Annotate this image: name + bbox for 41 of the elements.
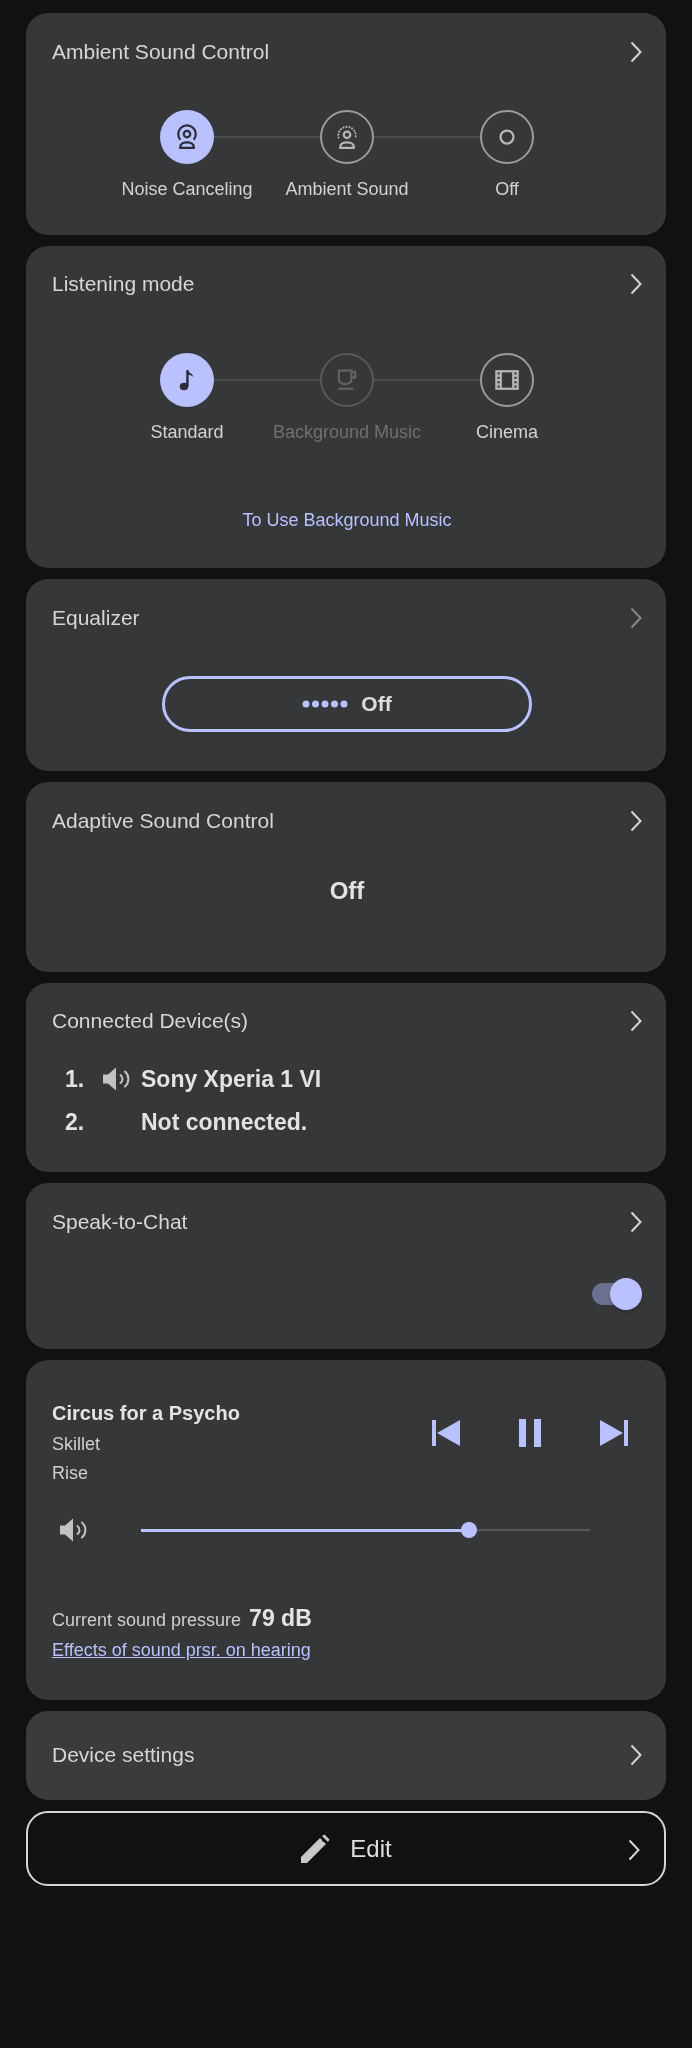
- mode-label: Background Music: [272, 421, 422, 444]
- card-title: Speak-to-Chat: [52, 1209, 188, 1235]
- edit-button[interactable]: Edit: [26, 1811, 666, 1886]
- pencil-icon: [300, 1833, 331, 1864]
- mode-label: Off: [495, 178, 519, 201]
- device-number: 1.: [65, 1064, 86, 1094]
- card-title: Connected Device(s): [52, 1008, 249, 1034]
- sound-pressure-value: 79 dB: [249, 1604, 312, 1632]
- background-music-link[interactable]: To Use Background Music: [242, 508, 452, 532]
- artist-name: Skillet: [52, 1433, 101, 1456]
- album-name: Rise: [52, 1462, 89, 1485]
- skip-previous-icon: [431, 1419, 461, 1447]
- skip-next-icon: [599, 1419, 629, 1447]
- sound-pressure-label: Current sound pressure: [52, 1609, 242, 1632]
- card-title: Adaptive Sound Control: [52, 808, 274, 834]
- mode-button[interactable]: [320, 110, 374, 164]
- card-title: Listening mode: [52, 271, 195, 297]
- device-number: 2.: [65, 1107, 86, 1137]
- mode-button[interactable]: [160, 110, 214, 164]
- mode-label: Ambient Sound: [285, 178, 409, 201]
- equalizer-button[interactable]: Off: [162, 676, 532, 732]
- mode-button[interactable]: [480, 110, 534, 164]
- card-title: Equalizer: [52, 605, 140, 631]
- card-title: Ambient Sound Control: [52, 39, 270, 65]
- mode-button[interactable]: [160, 353, 214, 407]
- mode-button[interactable]: [480, 353, 534, 407]
- volume-slider[interactable]: [141, 1522, 590, 1538]
- mode-label: Cinema: [476, 421, 538, 444]
- mode-label: Standard: [150, 421, 224, 444]
- dots-icon: [302, 700, 349, 708]
- pause-icon: [519, 1419, 541, 1447]
- device-name: Not connected.: [141, 1107, 308, 1137]
- hearing-effects-link[interactable]: Effects of sound prsr. on hearing: [52, 1637, 311, 1663]
- mode-label: Noise Canceling: [121, 178, 253, 201]
- card-title: Device settings: [52, 1742, 195, 1768]
- chevron-right-icon: [628, 1839, 640, 1861]
- track-title: Circus for a Psycho: [52, 1401, 240, 1426]
- toggle-switch[interactable]: [590, 1278, 642, 1310]
- adaptive-status-text: Off: [329, 876, 365, 906]
- slider-thumb[interactable]: [460, 1522, 477, 1538]
- device-name: Sony Xperia 1 VI: [141, 1064, 322, 1094]
